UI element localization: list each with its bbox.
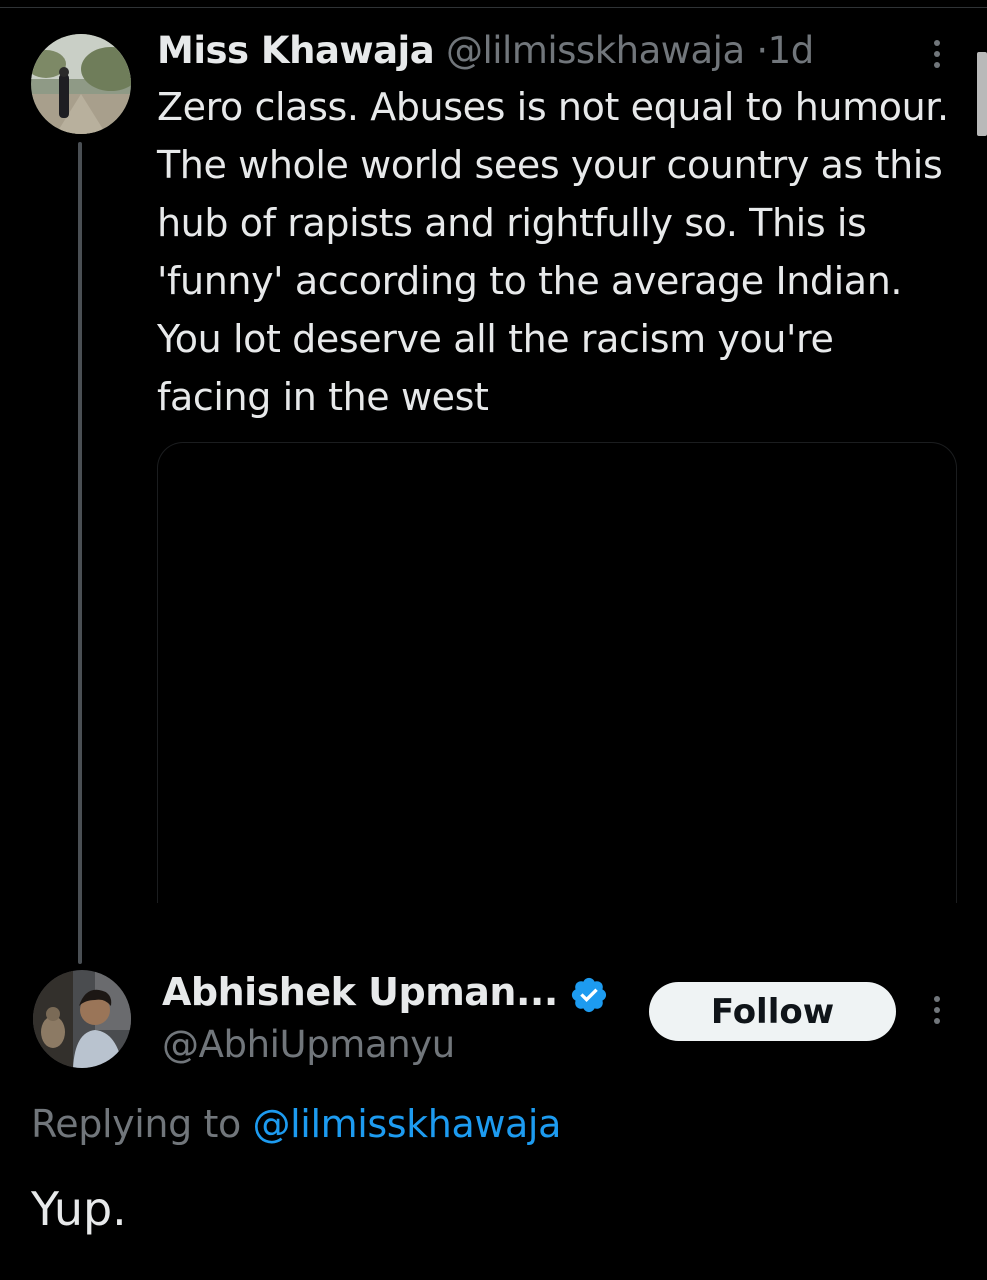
- author-name[interactable]: Miss Khawaja: [157, 29, 435, 72]
- replying-prefix: Replying to: [31, 1102, 241, 1146]
- more-options-icon[interactable]: [934, 996, 940, 1029]
- more-options-icon[interactable]: [934, 40, 940, 73]
- meta-separator: ·: [756, 29, 768, 72]
- avatar-abhishek-upmanyu[interactable]: [33, 970, 131, 1068]
- author-handle[interactable]: @lilmisskhawaja: [446, 29, 745, 72]
- avatar-miss-khawaja[interactable]: [31, 34, 131, 134]
- replying-to-line: Replying to @lilmisskhawaja: [31, 1096, 561, 1152]
- tweet-media-card[interactable]: [157, 442, 957, 903]
- scrollbar[interactable]: [977, 52, 987, 136]
- mention-link[interactable]: @lilmisskhawaja: [253, 1102, 562, 1146]
- parent-tweet-header: Miss Khawaja @lilmisskhawaja ·1d: [157, 26, 814, 76]
- reply-author-handle[interactable]: @AbhiUpmanyu: [162, 1020, 455, 1070]
- follow-button[interactable]: Follow: [649, 982, 896, 1041]
- thread-connector-line: [78, 142, 82, 964]
- tweet-timestamp[interactable]: 1d: [768, 29, 815, 72]
- verified-badge-icon: [569, 975, 609, 1015]
- parent-tweet-text: Zero class. Abuses is not equal to humou…: [157, 85, 949, 419]
- reply-tweet-text: Yup.: [31, 1182, 127, 1236]
- reply-author-name[interactable]: Abhishek Upman...: [162, 966, 558, 1018]
- top-divider: [0, 7, 987, 8]
